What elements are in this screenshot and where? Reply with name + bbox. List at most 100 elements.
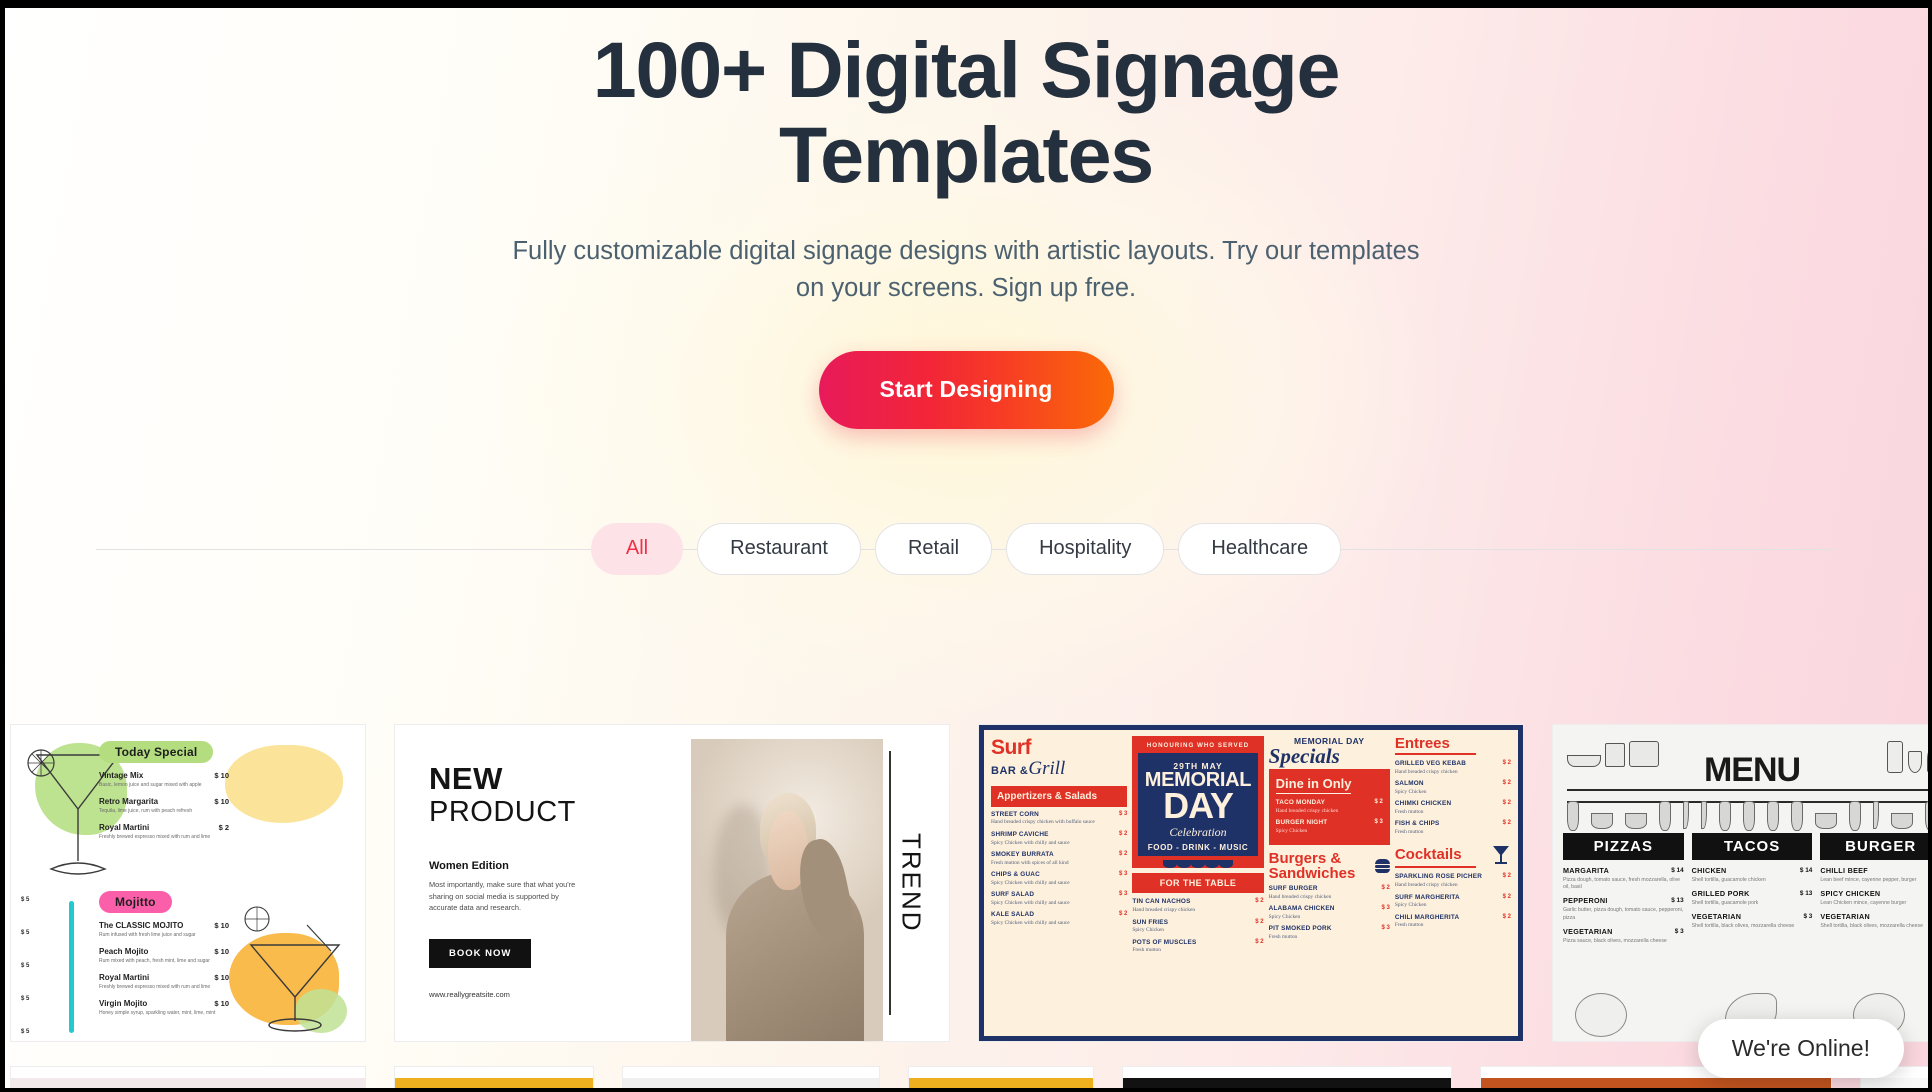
memorial-day-inner: Surf BAR &Grill Appertizers & Salads STR…	[984, 730, 1518, 1036]
sk-menu-item: SPICY CHICKEN$ 13Lean Chicken mince, cay…	[1820, 890, 1932, 907]
letterbox-top	[0, 0, 1932, 8]
filter-chip-restaurant[interactable]: Restaurant	[697, 522, 861, 575]
scale-tick: $ 5	[21, 930, 30, 936]
item-name: KALE SALAD	[991, 911, 1035, 919]
item-desc: Fresh mutton	[1132, 947, 1161, 954]
filter-chip-retail[interactable]: Retail	[874, 522, 993, 575]
sk-menu-item: VEGETARIAN $ 3 Shell tortilla, black olive…	[1692, 913, 1813, 930]
filter-chip-hospitality[interactable]: Hospitality	[1006, 522, 1165, 575]
item-desc: Lean Chicken mince, cayenne burger	[1820, 900, 1907, 907]
item-price: $ 10	[214, 771, 229, 780]
menu-item: Vintage Mix $ 10 Basic, lemon juice and s…	[99, 771, 229, 789]
item-desc: Garlic butter, pizza dough, tomato sauce…	[1563, 907, 1684, 921]
md-menu-item: ALABAMA CHICKEN $ 3 Spicy Chicken	[1269, 905, 1390, 921]
md-menu-item: BURGER NIGHT $ 3 Spicy Chicken	[1276, 819, 1383, 835]
md-menu-item: SURF MARGHERITA $ 2 Spicy Chicken	[1395, 894, 1511, 910]
scale-tick: $ 5	[21, 996, 30, 1002]
new-product-image-col: TREND	[683, 725, 949, 1041]
md-menu-item: CHIMKI CHICKEN $ 2 Fresh mutton	[1395, 800, 1511, 816]
template-card-new-product[interactable]: NEW PRODUCT Women Edition Most important…	[394, 724, 950, 1042]
section-header-tacos: TACOS	[1691, 833, 1813, 860]
md-menu-item: TIN CAN NACHOS $ 2 Hand breaded crispy chi…	[1132, 898, 1263, 914]
start-designing-button[interactable]: Start Designing	[818, 350, 1114, 429]
teal-accent-bar	[69, 901, 74, 1033]
item-name: ALABAMA CHICKEN	[1268, 905, 1335, 913]
item-desc: Fresh mutton	[1394, 828, 1424, 835]
dine-in-title: Dine in Only	[1275, 776, 1352, 794]
md-menu-item: KALE SALAD $ 2 Spicy Chicken with chilly a…	[991, 911, 1127, 927]
item-name: FISH & CHIPS	[1394, 820, 1440, 828]
sk-menu-item: MARGARITA $ 14 Pizza dough, tomato sauce, …	[1563, 867, 1684, 891]
item-desc: Freshly brewed espresso mixed with rum a…	[99, 834, 211, 841]
item-name: CHILI MARGHERITA	[1394, 913, 1460, 921]
pots-icon	[1567, 741, 1659, 767]
item-name: TIN CAN NACHOS	[1132, 898, 1191, 906]
hero-section: 100+ Digital Signage Templates Fully cus…	[0, 0, 1932, 429]
item-price: $ 2	[1119, 911, 1128, 918]
item-desc: Hand breaded crispy chicken	[1394, 768, 1458, 775]
item-name: Virgin Mojito	[99, 998, 148, 1008]
logo-grill: Grill	[1028, 757, 1066, 779]
item-name: Vintage Mix	[99, 771, 144, 780]
cta-container: Start Designing	[0, 350, 1932, 429]
trend-label-wrap: TREND	[887, 751, 935, 1015]
item-desc: Hand breaded crispy chicken with buffalo…	[991, 819, 1095, 826]
item-desc: Spicy Chicken	[1275, 827, 1308, 834]
item-price: $ 2	[1119, 831, 1128, 838]
item-price: $ 2	[1119, 851, 1128, 858]
scale-tick: $ 5	[21, 1029, 30, 1035]
menu-section-mojitto: Mojitto The CLASSIC MOJITO $ 10 Rum infus…	[99, 891, 229, 1017]
item-name: BURGER NIGHT	[1275, 819, 1328, 827]
shelf-line-1	[1567, 789, 1932, 791]
item-name: CHIMKI CHICKEN	[1394, 800, 1452, 808]
item-price: $ 13	[1799, 890, 1813, 898]
item-desc: Hand breaded crispy chicken	[1132, 906, 1196, 913]
item-desc: Spicy Chicken	[1132, 927, 1164, 934]
book-now-button[interactable]: BOOK NOW	[429, 938, 532, 968]
item-name: PIT SMOKED PORK	[1268, 925, 1332, 933]
item-name: SMOKEY BURRATA	[991, 851, 1054, 859]
filter-chip-all[interactable]: All	[590, 522, 684, 575]
sk-menu-item: PEPPERONI $ 13 Garlic butter, pizza dough,…	[1563, 897, 1684, 921]
md-menu-item: GRILLED VEG KEBAB $ 2 Hand breaded crispy …	[1395, 760, 1511, 776]
sk-menu-item: CHICKEN $ 14 Shell tortilla, guacamole chi…	[1692, 867, 1813, 884]
item-price: $ 2	[1502, 800, 1511, 807]
item-name: STREET CORN	[991, 810, 1040, 818]
item-price: $ 10	[214, 972, 229, 982]
template-card-cocktail-menu[interactable]: $ 5 $ 5 $ 5 $ 5 $ 5 Today Special Vintag…	[10, 724, 366, 1042]
item-desc: Spicy Chicken	[1394, 902, 1427, 909]
item-price: $ 2	[1255, 918, 1264, 925]
headline-new: NEW	[429, 761, 503, 796]
item-desc: Spicy Chicken with chilly and sauce	[991, 899, 1070, 906]
yellow-blob-decor	[225, 745, 343, 823]
chat-widget[interactable]: We're Online!	[1697, 1019, 1904, 1078]
sketch-menu-columns: PIZZAS MARGARITA $ 14 Pizza dough, tomato …	[1563, 833, 1932, 951]
item-desc: Basic, lemon juice and sugar mixed with …	[99, 782, 202, 789]
menu-item: Retro Margarita $ 10 Tequila, lime juice,…	[99, 797, 229, 815]
template-card-memorial-day[interactable]: Surf BAR &Grill Appertizers & Salads STR…	[978, 724, 1524, 1042]
section-header-burgers: Burgers & Sandwiches	[1268, 850, 1356, 883]
filter-chip-healthcare[interactable]: Healthcare	[1178, 522, 1342, 575]
item-price: $ 2	[1374, 799, 1383, 805]
section-header-appetizers: Appertizers & Salads	[991, 785, 1128, 807]
item-desc: Hand breaded crispy chicken	[1268, 893, 1332, 900]
flag-celebration: Celebration	[1169, 825, 1227, 840]
memorial-day-design: Surf BAR &Grill Appertizers & Salads STR…	[979, 725, 1523, 1041]
new-product-design: NEW PRODUCT Women Edition Most important…	[395, 725, 949, 1041]
item-name: POTS OF MUSCLES	[1132, 938, 1197, 946]
item-desc: Spicy Chicken	[1394, 788, 1427, 795]
price-scale: $ 5 $ 5 $ 5 $ 5 $ 5	[21, 897, 61, 1041]
template-card-sketch-menu[interactable]: MENU PIZZAS MARGARITA $ 14 Pizza dough, …	[1552, 724, 1932, 1042]
item-name: Retro Margarita	[99, 796, 159, 806]
letterbox-left	[0, 0, 5, 1092]
item-name: SHRIMP CAVICHE	[991, 831, 1049, 839]
burger-icon	[1375, 859, 1390, 874]
menu-item: Peach Mojito $ 10 Rum mixed with peach, f…	[99, 947, 229, 965]
flag-tagline: FOOD - DRINK - MUSIC	[1147, 843, 1249, 853]
item-price: $ 2	[1502, 913, 1511, 920]
item-desc: Spicy Chicken with chilly and sauce	[991, 879, 1070, 886]
item-price: $ 14	[1671, 867, 1684, 874]
item-name: SPICY CHICKEN	[1820, 889, 1881, 899]
cocktail-glass-icon	[1491, 844, 1511, 865]
md-menu-item: SMOKEY BURRATA $ 2 Fresh mutton with spice…	[991, 851, 1127, 867]
